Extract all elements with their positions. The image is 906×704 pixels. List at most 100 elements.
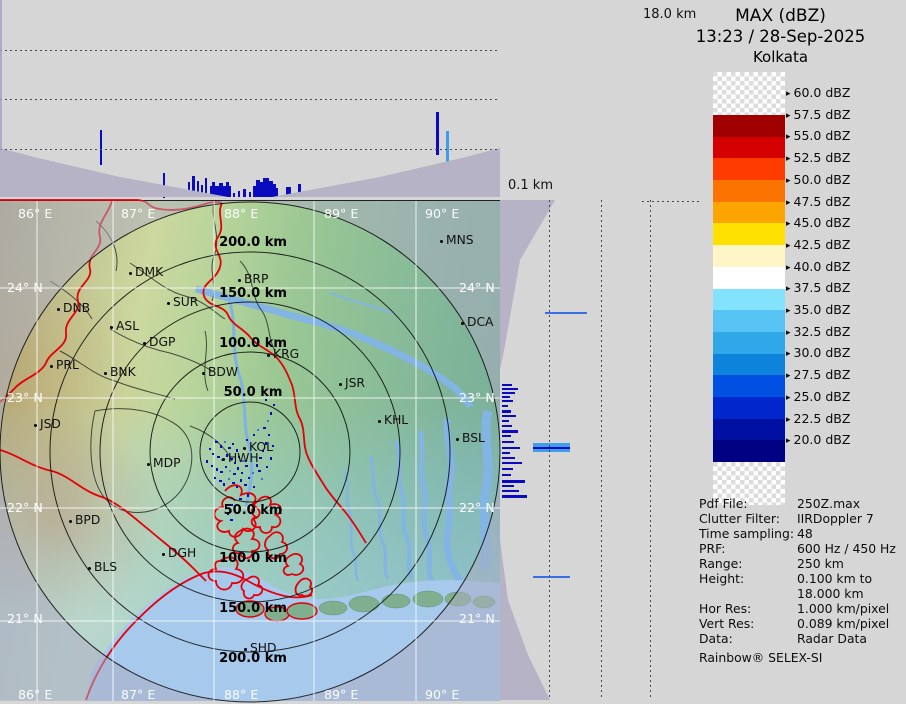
right-height-profile-panel (500, 200, 655, 700)
colorbar-label: ▸ 37.5 dBZ (786, 280, 851, 296)
range-ring-label: 150.0 km (219, 286, 287, 301)
min-height-axis-label: 0.1 km (508, 178, 553, 193)
height-gridline (0, 99, 500, 100)
range-ring-label: 150.0 km (219, 601, 287, 616)
city-dot-dca (461, 322, 464, 325)
height-gridline (549, 200, 550, 700)
graticule-label: 88° E (224, 206, 259, 221)
tick-arrow-icon: ▸ (786, 175, 791, 186)
metadata-row: Time sampling: 48 (699, 526, 813, 541)
radar-display-window: { "header": { "product": "MAX (dBZ)", "d… (0, 0, 906, 703)
colorbar-label: ▸ 20.0 dBZ (786, 432, 851, 448)
city-label-hwh: HWH (228, 451, 259, 465)
colorbar-label: ▸ 55.0 dBZ (786, 128, 851, 144)
product-title: MAX (dBZ) (735, 6, 826, 26)
city-label-bls: BLS (94, 560, 118, 574)
graticule-label: 21° N (459, 611, 495, 626)
range-ring-label: 200.0 km (219, 235, 287, 250)
metadata-row: Range: 250 km (699, 556, 844, 571)
colorbar-label: ▸ 42.5 dBZ (786, 236, 851, 252)
range-ring-label: 100.0 km (219, 336, 287, 351)
metadata-row: Clutter Filter: IIRDoppler 7 (699, 511, 874, 526)
city-label-bpd: BPD (75, 513, 101, 527)
panel-edge-artifact (0, 0, 2, 150)
colorbar-transparent-top (713, 72, 785, 115)
graticule-label: 24° N (459, 280, 495, 295)
city-label-bdw: BDW (208, 365, 239, 379)
graticule-label: 89° E (324, 206, 359, 221)
colorbar-label: ▸ 30.0 dBZ (786, 345, 851, 361)
city-dot-hwh (222, 458, 225, 461)
graticule-label: 23° N (7, 390, 43, 405)
graticule-label: 87° E (121, 206, 156, 221)
river-network (195, 285, 493, 583)
tick-arrow-icon: ▸ (786, 110, 791, 121)
right-profile-echo-bars (502, 312, 587, 578)
city-dot-dnb (57, 308, 60, 311)
colorbar-label: ▸ 32.5 dBZ (786, 323, 851, 339)
tick-arrow-icon: ▸ (786, 327, 791, 338)
city-dot-prl (50, 365, 53, 368)
city-dot-bdw (202, 372, 205, 375)
colorbar-label: ▸ 25.0 dBZ (786, 388, 851, 404)
tick-arrow-icon: ▸ (786, 284, 791, 295)
colorbar-label: ▸ 35.0 dBZ (786, 302, 851, 317)
tick-arrow-icon: ▸ (786, 154, 791, 165)
city-label-bnk: BNK (110, 365, 136, 379)
colorbar-label: ▸ 57.5 dBZ (786, 106, 851, 122)
tick-arrow-icon: ▸ (786, 349, 791, 360)
metadata-row: Data: Radar Data (699, 631, 868, 646)
metadata-row: Vert Res: 0.089 km/pixel (699, 616, 890, 631)
colorbar-label: ▸ 27.5 dBZ (786, 367, 851, 383)
city-dot-jsd (34, 424, 37, 427)
range-ring-label: 50.0 km (223, 503, 283, 518)
colorbar-label: ▸ 50.0 dBZ (786, 171, 851, 187)
city-label-dgh: DGH (168, 546, 197, 560)
colorbar-label: ▸ 22.5 dBZ (786, 410, 851, 426)
city-dot-kol (243, 447, 246, 450)
metadata-row: Pdf File: 250Z.max (699, 496, 861, 511)
colorbar-label: ▸ 40.0 dBZ (786, 258, 851, 274)
city-label-sur: SUR (173, 295, 199, 309)
city-label-jsr: JSR (345, 376, 365, 390)
city-dot-mdp (147, 463, 150, 466)
city-label-jsd: JSD (40, 417, 61, 431)
city-label-brp: BRP (244, 272, 269, 286)
tick-arrow-icon: ▸ (786, 240, 791, 251)
tick-arrow-icon: ▸ (786, 392, 791, 403)
city-dot-sur (167, 302, 170, 305)
city-label-dca: DCA (467, 315, 494, 329)
height-gridline (0, 149, 500, 150)
city-label-prl: PRL (56, 358, 79, 372)
range-ring-label: 50.0 km (223, 385, 283, 400)
scan-datetime: 13:23 / 28-Sep-2025 (695, 27, 866, 46)
range-ring-label: 100.0 km (219, 551, 287, 566)
graticule-label: 86° E (18, 206, 53, 221)
city-label-khl: KHL (384, 413, 409, 427)
product-metadata: Pdf File: 250Z.max Clutter Filter: IIRDoppl… (699, 496, 906, 665)
height-gridline (650, 200, 651, 700)
software-brand: Rainbow® SELEX-SI (699, 650, 823, 665)
colorbar-label: ▸ 47.5 dBZ (786, 193, 851, 209)
city-dot-khl (378, 420, 381, 423)
city-label-dgp: DGP (149, 335, 176, 349)
city-label-dnb: DNB (63, 301, 91, 315)
city-dot-bls (88, 567, 91, 570)
tick-arrow-icon: ▸ (786, 197, 791, 208)
metadata-row: PRF: 600 Hz / 450 Hz (699, 541, 896, 556)
colorbar-label: ▸ 60.0 dBZ (786, 85, 851, 100)
tick-arrow-icon: ▸ (786, 262, 791, 273)
city-label-asl: ASL (116, 319, 140, 333)
city-label-mns: MNS (446, 233, 474, 247)
tick-arrow-icon: ▸ (786, 306, 791, 316)
city-dot-dgh (162, 553, 165, 556)
tick-arrow-icon: ▸ (786, 132, 791, 143)
graticule-label: 90° E (425, 206, 460, 221)
top-height-profile-panel (0, 0, 500, 200)
metadata-row: Hor Res: 1.000 km/pixel (699, 601, 890, 616)
city-dot-jsr (339, 383, 342, 386)
graticule-label: 22° N (459, 500, 495, 515)
city-label-dmk: DMK (135, 265, 164, 279)
city-dot-brp (238, 279, 241, 282)
tick-arrow-icon: ▸ (786, 436, 791, 447)
